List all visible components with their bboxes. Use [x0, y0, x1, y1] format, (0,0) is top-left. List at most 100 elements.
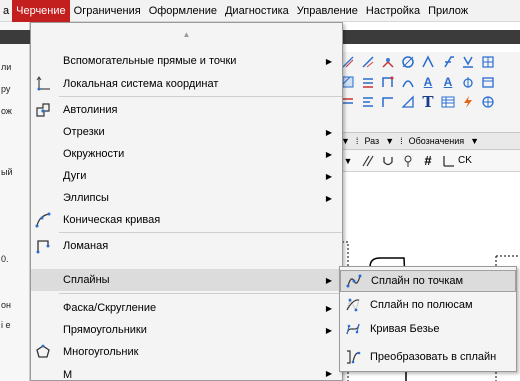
menu-item-polygon[interactable]: Многоугольник	[31, 341, 342, 363]
corner-icon[interactable]	[378, 72, 398, 92]
submenu-item-bezier[interactable]: Кривая Безье	[340, 318, 516, 340]
local-coordinate-icon	[31, 73, 55, 95]
chevron-down-icon[interactable]: ▼	[382, 136, 397, 146]
menu-item-circles[interactable]: Окружности ▶	[31, 143, 342, 165]
submenu-item-spline-by-poles[interactable]: Сплайн по полюсам	[340, 294, 516, 316]
submenu-arrow-icon: ▶	[325, 369, 332, 378]
slanted-line-icon[interactable]	[438, 52, 458, 72]
menu-item-splines[interactable]: Сплайны ▶	[31, 269, 342, 291]
text-tool-icon[interactable]: T	[418, 92, 438, 112]
drawing-toolbar: A A T	[338, 52, 520, 132]
menu-separator	[59, 232, 342, 233]
menu-item-label: Окружности	[63, 148, 125, 160]
menu-item-label: Автолиния	[63, 104, 118, 116]
text-a-icon[interactable]: A	[418, 72, 438, 92]
menu-item-settings[interactable]: Настройка	[362, 0, 424, 22]
grip-icon: ⁞	[400, 136, 403, 146]
menu-item-rectangles[interactable]: Прямоугольники ▶	[31, 319, 342, 341]
circle-tangent-icon[interactable]	[398, 52, 418, 72]
scroll-up-arrow-icon[interactable]: ▲	[31, 23, 342, 45]
menu-item-segments[interactable]: Отрезки ▶	[31, 121, 342, 143]
auto-line-icon	[31, 99, 55, 121]
splines-submenu: Сплайн по точкам Сплайн по полюсам Крива…	[339, 266, 517, 372]
table-icon[interactable]	[438, 92, 458, 112]
submenu-arrow-icon: ▶	[325, 127, 332, 137]
underline-check-icon[interactable]	[458, 52, 478, 72]
submenu-item-convert-to-spline[interactable]: Преобразовать в сплайн	[340, 346, 516, 368]
left-stub-text: ру	[1, 84, 11, 94]
menu-item-label: Отрезки	[63, 126, 105, 138]
menu-separator	[59, 96, 342, 97]
text-a-underline-icon[interactable]: A	[438, 72, 458, 92]
roughness-icon[interactable]	[458, 72, 478, 92]
polyline-icon	[31, 235, 55, 257]
menu-item-label: Эллипсы	[63, 192, 109, 204]
menu-item-label: Многоугольник	[63, 346, 139, 358]
menu-item-construction-lines[interactable]: Вспомогательные прямые и точки ▶	[31, 50, 342, 72]
toolbar-label-annotations[interactable]: Обозначения	[406, 136, 468, 146]
frame-icon[interactable]	[378, 92, 398, 112]
submenu-arrow-icon: ▶	[325, 325, 332, 335]
point-snap-icon[interactable]	[398, 151, 418, 171]
parallel-snap-icon[interactable]	[358, 151, 378, 171]
menu-item-annotation[interactable]: Оформление	[145, 0, 221, 22]
bezier-curve-icon	[342, 318, 364, 340]
left-stub-text: 0.	[1, 254, 9, 264]
left-stub-text: ли	[1, 62, 12, 72]
left-panel-stub: ли ру ож ый 0. он і е	[0, 22, 30, 381]
menu-item-label: Локальная система координат	[63, 78, 219, 90]
menu-item-local-cs[interactable]: Локальная система координат	[31, 73, 342, 95]
menu-item-apps[interactable]: Прилож	[424, 0, 472, 22]
menu-item-conic-curve[interactable]: Коническая кривая	[31, 209, 342, 231]
angle-icon[interactable]	[418, 52, 438, 72]
lightning-icon[interactable]	[458, 92, 478, 112]
submenu-item-label: Кривая Безье	[370, 323, 440, 335]
submenu-item-label: Сплайн по полюсам	[370, 299, 473, 311]
menu-item-label: Дуги	[63, 170, 87, 182]
menu-bar: а Черчение Ограничения Оформление Диагно…	[0, 0, 520, 22]
table-symbol-icon[interactable]	[478, 52, 498, 72]
arc-icon[interactable]	[398, 72, 418, 92]
menu-item-partial[interactable]: М ▶	[31, 367, 342, 380]
grip-icon: ⁞	[355, 136, 359, 146]
align-icon[interactable]	[358, 92, 378, 112]
ribbon-dark-strip	[338, 30, 520, 44]
menu-item-diagnostics[interactable]: Диагностика	[221, 0, 293, 22]
submenu-item-label: Преобразовать в сплайн	[370, 351, 497, 363]
menu-item-constraints[interactable]: Ограничения	[70, 0, 145, 22]
submenu-item-label: Сплайн по точкам	[371, 275, 464, 287]
magnet-snap-icon[interactable]	[378, 151, 398, 171]
grid-snap-icon[interactable]: #	[418, 151, 438, 171]
spline-poles-icon	[342, 294, 364, 316]
menu-item-ellipses[interactable]: Эллипсы ▶	[31, 187, 342, 209]
menu-item-management[interactable]: Управление	[293, 0, 362, 22]
left-stub-text: ый	[1, 167, 13, 177]
menu-item-drawing[interactable]: Черчение	[12, 0, 70, 22]
submenu-arrow-icon: ▶	[325, 303, 332, 313]
stack-lines-icon[interactable]	[358, 72, 378, 92]
left-stub-text: он	[1, 300, 11, 310]
menu-item-label: Фаска/Скругление	[63, 302, 157, 314]
fillet-icon[interactable]	[378, 52, 398, 72]
ck-label[interactable]: CK	[458, 155, 472, 166]
toolbar-label-dimensions[interactable]: Раз	[361, 136, 382, 146]
submenu-arrow-icon: ▶	[325, 171, 332, 181]
circle-plus-icon[interactable]	[478, 92, 498, 112]
drawing-menu-dropdown: ▲ Вспомогательные прямые и точки ▶ Локал…	[30, 22, 343, 381]
convert-spline-icon	[342, 346, 364, 368]
menu-item-arcs[interactable]: Дуги ▶	[31, 165, 342, 187]
menu-item-label: Коническая кривая	[63, 214, 161, 226]
menu-item-autoline[interactable]: Автолиния	[31, 99, 342, 121]
local-cs-icon[interactable]	[438, 151, 458, 171]
submenu-arrow-icon: ▶	[325, 193, 332, 203]
triangle-icon[interactable]	[398, 92, 418, 112]
submenu-arrow-icon: ▶	[325, 275, 332, 285]
trim-icon[interactable]	[358, 52, 378, 72]
chevron-down-icon[interactable]: ▼	[467, 136, 482, 146]
menu-item-chamfer-fillet[interactable]: Фаска/Скругление ▶	[31, 297, 342, 319]
menu-item-polyline[interactable]: Ломаная	[31, 235, 342, 257]
menu-separator	[59, 293, 342, 294]
block-icon[interactable]	[478, 72, 498, 92]
menu-item-partial[interactable]: а	[0, 0, 12, 22]
submenu-item-spline-by-points[interactable]: Сплайн по точкам	[340, 270, 516, 292]
